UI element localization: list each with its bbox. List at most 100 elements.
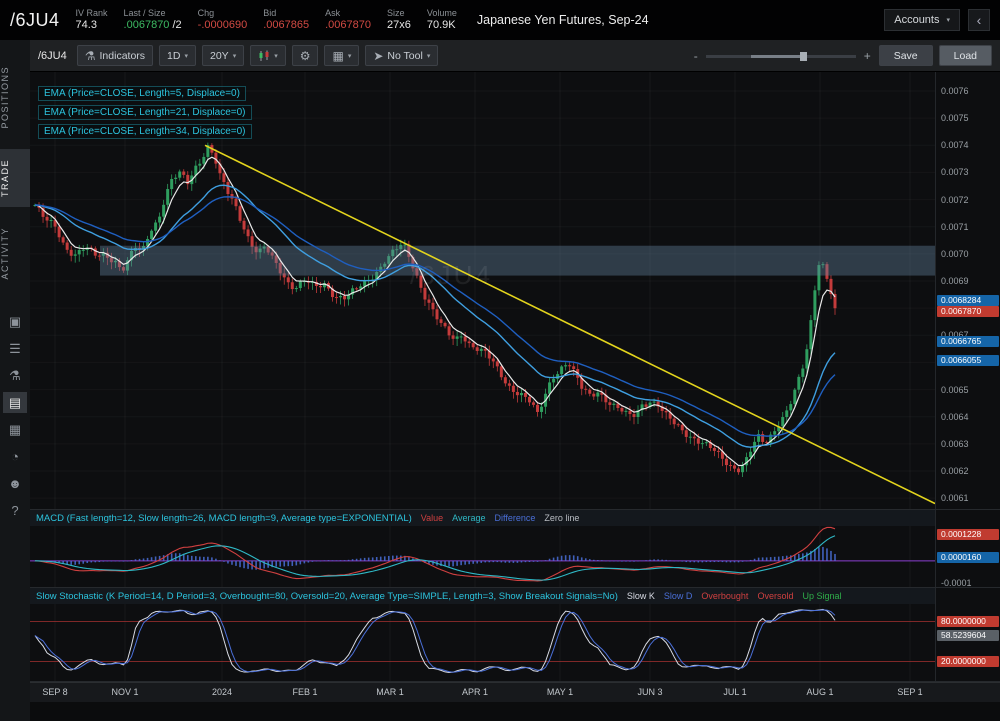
symbol-watermark: /6JU4 xyxy=(410,260,493,291)
field-value: .0067870 xyxy=(325,19,371,33)
chart-type-dropdown[interactable]: ▾ xyxy=(250,45,286,66)
app-body: POSITIONS TRADE ACTIVITY ▣ ☰ ⚗ ▤ ▦ ◔ ☻? /6JU4 … xyxy=(0,40,1000,721)
price-axis-tag: 0.0067870 xyxy=(937,306,999,317)
indicators-button[interactable]: ⚗ Indicators xyxy=(77,45,153,66)
price-axis-tag: 0.0068284 xyxy=(937,295,999,306)
time-tick: APR 1 xyxy=(462,687,488,697)
drawing-tool-dropdown[interactable]: ➤ No Tool ▾ xyxy=(365,45,438,66)
community-icon[interactable]: ☻ xyxy=(3,473,27,494)
watchlist-icon[interactable]: ☰ xyxy=(3,338,27,359)
collapse-panel-button[interactable]: ‹ xyxy=(968,9,990,31)
price-tick: 0.0061 xyxy=(941,493,969,503)
time-tick: FEB 1 xyxy=(292,687,317,697)
macd-tick: -0.0001 xyxy=(941,578,972,588)
chevron-left-icon: ‹ xyxy=(977,12,982,28)
stochastic-header: Slow Stochastic (K Period=14, D Period=3… xyxy=(30,588,935,604)
price-axis[interactable]: 0.00760.00750.00740.00730.00720.00710.00… xyxy=(935,72,1000,509)
field-label: Chg xyxy=(198,8,248,19)
slow-d-line xyxy=(35,610,835,672)
price-tick: 0.0075 xyxy=(941,113,969,123)
ema21-label[interactable]: EMA (Price=CLOSE, Length=21, Displace=0) xyxy=(38,105,252,120)
stochastic-title[interactable]: Slow Stochastic (K Period=14, D Period=3… xyxy=(36,591,618,602)
range-dropdown[interactable]: 20Y ▾ xyxy=(202,45,244,66)
time-tick: SEP 8 xyxy=(42,687,67,697)
time-tick: JUL 1 xyxy=(723,687,746,697)
last-price: .0067870 xyxy=(124,19,170,31)
instrument-name: Japanese Yen Futures, Sep-24 xyxy=(477,13,649,27)
time-tick: 2024 xyxy=(212,687,232,697)
analyze-icon[interactable]: ⚗ xyxy=(3,365,27,386)
chart-zoom-slider[interactable] xyxy=(706,49,856,63)
quote-header: /6JU4 IV Rank 74.3 Last / Size .0067870 … xyxy=(0,0,1000,40)
stoch-legend-slowd: Slow D xyxy=(664,591,693,601)
time-tick: MAY 1 xyxy=(547,687,573,697)
grid-icon: ▦ xyxy=(332,49,343,63)
stochastic-plot[interactable] xyxy=(30,604,935,681)
field-label: IV Rank xyxy=(76,8,108,19)
field-label: Volume xyxy=(427,8,457,19)
sidebar-tab-trade[interactable]: TRADE xyxy=(0,149,30,207)
field-label: Size xyxy=(387,8,411,19)
macd-panel: MACD (Fast length=12, Slow length=26, MA… xyxy=(30,510,1000,588)
ema-34-line xyxy=(35,197,835,436)
load-button[interactable]: Load xyxy=(939,45,992,66)
time-axis[interactable]: SEP 8NOV 12024FEB 1MAR 1APR 1MAY 1JUN 3J… xyxy=(30,682,1000,702)
accounts-dropdown[interactable]: Accounts ▾ xyxy=(884,9,960,31)
field-label: Bid xyxy=(263,8,309,19)
gear-icon: ⚙ xyxy=(300,49,311,63)
range-value: 20Y xyxy=(210,50,229,62)
flask-icon: ⚗ xyxy=(85,49,96,63)
macd-axis-tag: 0.0001228 xyxy=(937,529,999,540)
zoom-out-button[interactable]: - xyxy=(692,49,700,63)
price-tick: 0.0071 xyxy=(941,222,969,232)
chart-icon[interactable]: ▤ xyxy=(3,392,27,413)
macd-title[interactable]: MACD (Fast length=12, Slow length=26, MA… xyxy=(36,513,412,524)
stochastic-panel: Slow Stochastic (K Period=14, D Period=3… xyxy=(30,588,1000,682)
chart-workspace: /6JU4 ⚗ Indicators 1D ▾ 20Y ▾ xyxy=(30,40,1000,721)
accounts-label: Accounts xyxy=(894,14,939,26)
save-button[interactable]: Save xyxy=(879,45,933,66)
sidebar-tab-activity[interactable]: ACTIVITY xyxy=(0,217,30,290)
macd-header: MACD (Fast length=12, Slow length=26, MA… xyxy=(30,510,935,526)
price-tick: 0.0076 xyxy=(941,86,969,96)
quote-field-iv-rank: IV Rank 74.3 xyxy=(76,8,108,33)
sidebar-tab-positions[interactable]: POSITIONS xyxy=(0,56,30,139)
field-value: 70.9K xyxy=(427,19,457,33)
chart-symbol-label: /6JU4 xyxy=(38,50,67,62)
ema5-label[interactable]: EMA (Price=CLOSE, Length=5, Displace=0) xyxy=(38,86,246,101)
ema34-label[interactable]: EMA (Price=CLOSE, Length=34, Displace=0) xyxy=(38,124,252,139)
field-label: Ask xyxy=(325,8,371,19)
monitor-icon[interactable]: ▣ xyxy=(3,311,27,332)
last-size: /2 xyxy=(169,19,181,31)
macd-legend-value: Value xyxy=(421,513,443,523)
quote-field-ask: Ask .0067870 xyxy=(325,8,371,33)
stochastic-axis[interactable]: 80.000000058.523960420.0000000 xyxy=(935,588,1000,681)
price-axis-tag: 0.0066765 xyxy=(937,336,999,347)
chart-settings-button[interactable]: ⚙ xyxy=(292,45,319,66)
history-icon[interactable]: ◔ xyxy=(3,446,27,467)
price-tick: 0.0062 xyxy=(941,466,969,476)
field-value: 74.3 xyxy=(76,19,108,33)
macd-legend-difference: Difference xyxy=(495,513,536,523)
slider-handle[interactable] xyxy=(800,52,807,61)
zoom-in-button[interactable]: + xyxy=(862,49,873,63)
price-tick: 0.0072 xyxy=(941,195,969,205)
macd-plot[interactable] xyxy=(30,526,935,587)
timeframe-dropdown[interactable]: 1D ▾ xyxy=(159,45,196,66)
timeframe-value: 1D xyxy=(167,50,180,62)
layout-dropdown[interactable]: ▦ ▾ xyxy=(324,45,359,66)
price-axis-tag: 0.0066055 xyxy=(937,355,999,366)
help-icon[interactable]: ? xyxy=(3,500,27,521)
chevron-down-icon: ▾ xyxy=(233,52,237,60)
stoch-axis-tag: 20.0000000 xyxy=(937,656,999,667)
candlestick-icon xyxy=(258,50,270,62)
chart-toolbar: /6JU4 ⚗ Indicators 1D ▾ 20Y ▾ xyxy=(30,40,1000,72)
tool-value: No Tool xyxy=(387,50,422,62)
price-tick: 0.0073 xyxy=(941,167,969,177)
grid-icon[interactable]: ▦ xyxy=(3,419,27,440)
sidebar-icon-rail: ▣ ☰ ⚗ ▤ ▦ ◔ ☻? xyxy=(0,311,30,521)
macd-axis[interactable]: 0.00012280.0000160-0.0001 xyxy=(935,510,1000,587)
price-tick: 0.0063 xyxy=(941,439,969,449)
field-value: .0067865 xyxy=(263,19,309,33)
stochastic-canvas xyxy=(30,604,935,681)
